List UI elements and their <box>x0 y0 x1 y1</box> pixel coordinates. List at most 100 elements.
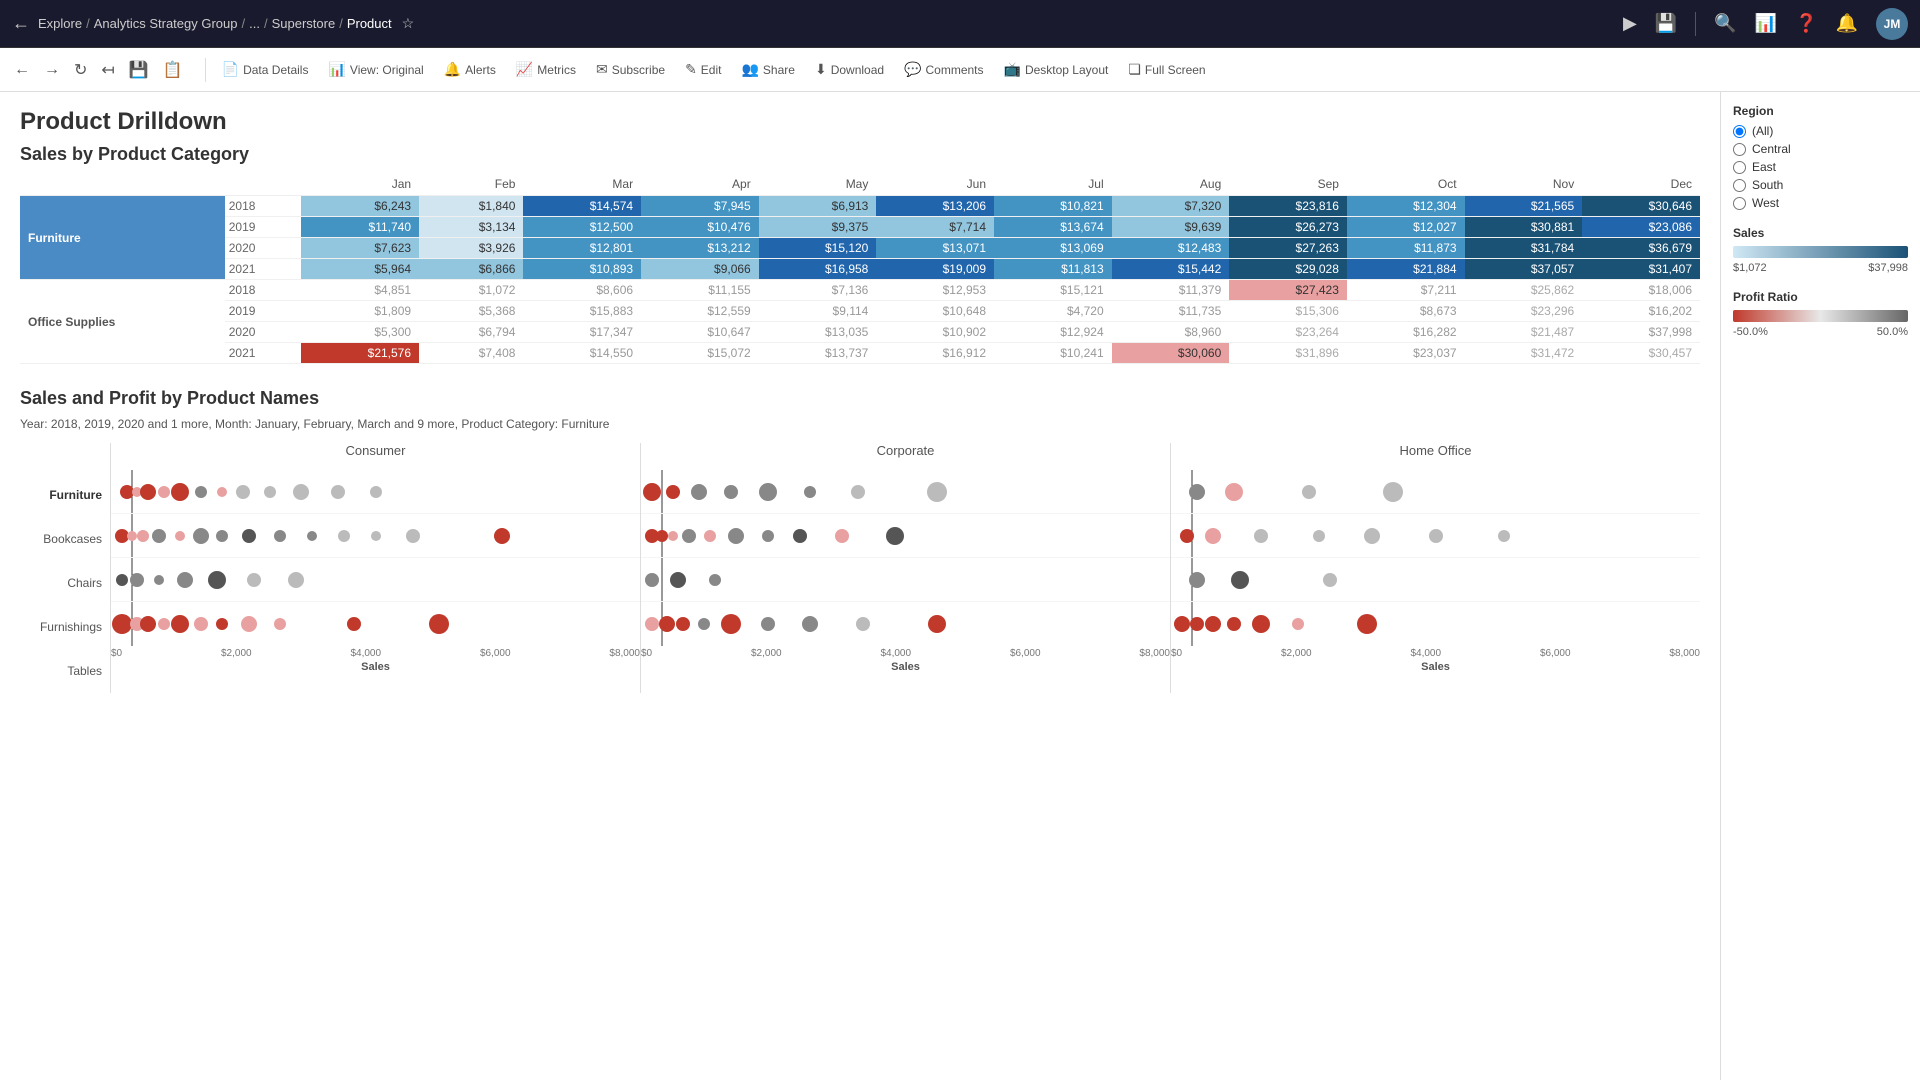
table-section-title: Sales by Product Category <box>20 144 1700 165</box>
desktop-icon: 📺 <box>1004 61 1021 78</box>
scatter-row-tables-consumer <box>111 602 640 646</box>
sidebar-panel: Region (All) Central East South West Sal… <box>1720 92 1920 1080</box>
scatter-section-title: Sales and Profit by Product Names <box>20 388 1700 409</box>
alerts-btn[interactable]: 🔔 Alerts <box>436 57 504 82</box>
breadcrumb-explore[interactable]: Explore <box>38 16 82 31</box>
table-header-cat <box>20 173 301 196</box>
furniture-row-label: Furniture <box>20 473 110 517</box>
notification-icon[interactable]: 🔔 <box>1836 13 1858 34</box>
scatter-y-labels: Furniture Bookcases Chairs Furnishings T… <box>20 443 110 693</box>
scatter-row-furnishings-corporate <box>641 558 1170 602</box>
sales-gradient <box>1733 246 1908 258</box>
toolbar-back-btn[interactable]: ← <box>8 57 36 83</box>
sales-legend-labels: $1,072 $37,998 <box>1733 262 1908 274</box>
nav-icons: ▶ 💾 🔍 📊 ❓ 🔔 JM <box>1623 8 1908 40</box>
col-jul: Jul <box>994 173 1112 196</box>
col-nov: Nov <box>1465 173 1583 196</box>
profit-max: 50.0% <box>1877 326 1908 338</box>
help-icon[interactable]: ❓ <box>1795 13 1817 34</box>
year-2021-off: 2021 <box>225 343 302 364</box>
download-btn[interactable]: ⬇ Download <box>807 57 892 82</box>
desktop-layout-btn[interactable]: 📺 Desktop Layout <box>996 57 1117 82</box>
scatter-row-bookcases-homeoffice <box>1171 470 1700 514</box>
sales-max: $37,998 <box>1868 262 1908 274</box>
toolbar-save-view-btn[interactable]: 💾 <box>123 56 155 84</box>
furniture-label: Furniture <box>20 196 225 280</box>
chart-icon[interactable]: 📊 <box>1755 13 1777 34</box>
save-icon[interactable]: 💾 <box>1655 13 1677 34</box>
full-screen-btn[interactable]: ❏ Full Screen <box>1120 57 1213 82</box>
consumer-panel: Consumer <box>110 443 641 693</box>
col-jan: Jan <box>301 173 419 196</box>
share-btn[interactable]: 👥 Share <box>733 57 802 82</box>
tables-label: Tables <box>20 649 110 693</box>
region-all[interactable]: (All) <box>1733 124 1908 138</box>
profit-legend-label: Profit Ratio <box>1733 290 1908 304</box>
scatter-container: Furniture Bookcases Chairs Furnishings T… <box>20 443 1700 693</box>
comments-icon: 💬 <box>904 61 921 78</box>
share-icon: 👥 <box>741 61 758 78</box>
table-row: Furniture 2018 $6,243 $1,840 $14,574 $7,… <box>20 196 1700 217</box>
col-aug: Aug <box>1112 173 1230 196</box>
data-details-btn[interactable]: 📄 Data Details <box>214 57 317 82</box>
profit-legend-labels: -50.0% 50.0% <box>1733 326 1908 338</box>
sales-min: $1,072 <box>1733 262 1767 274</box>
home-office-header: Home Office <box>1171 443 1700 462</box>
table-row: 2021 $5,964 $6,866 $10,893 $9,066 $16,95… <box>20 259 1700 280</box>
alerts-icon: 🔔 <box>444 61 461 78</box>
full-screen-icon: ❏ <box>1128 61 1141 78</box>
metrics-btn[interactable]: 📈 Metrics <box>508 57 584 82</box>
consumer-x-axis: $0$2,000$4,000$6,000$8,000 <box>111 646 640 659</box>
profit-gradient <box>1733 310 1908 322</box>
subscribe-icon: ✉ <box>596 61 608 78</box>
region-east[interactable]: East <box>1733 160 1908 174</box>
office-label: Office Supplies <box>20 280 225 364</box>
toolbar-fwd-btn[interactable]: → <box>38 57 66 83</box>
metrics-icon: 📈 <box>516 61 533 78</box>
consumer-x-label: Sales <box>111 661 640 673</box>
top-nav-bar: ← Explore / Analytics Strategy Group / .… <box>0 0 1920 48</box>
breadcrumb: Explore / Analytics Strategy Group / ...… <box>38 15 1623 32</box>
sales-legend-label: Sales <box>1733 226 1908 240</box>
corporate-x-axis: $0$2,000$4,000$6,000$8,000 <box>641 646 1170 659</box>
col-apr: Apr <box>641 173 759 196</box>
favorite-icon[interactable]: ☆ <box>402 15 415 32</box>
user-avatar[interactable]: JM <box>1876 8 1908 40</box>
page-title: Product Drilldown <box>20 108 1700 136</box>
chairs-label: Chairs <box>20 561 110 605</box>
table-row: 2020 $5,300 $6,794 $17,347 $10,647 $13,0… <box>20 322 1700 343</box>
comments-btn[interactable]: 💬 Comments <box>896 57 991 82</box>
region-west[interactable]: West <box>1733 196 1908 210</box>
breadcrumb-analytics[interactable]: Analytics Strategy Group <box>94 16 238 31</box>
home-office-panel: Home Office <box>1171 443 1700 693</box>
toolbar-share-view-btn[interactable]: 📋 <box>157 56 189 84</box>
subscribe-btn[interactable]: ✉ Subscribe <box>588 57 673 82</box>
consumer-header: Consumer <box>111 443 640 462</box>
scatter-row-furnishings-homeoffice <box>1171 558 1700 602</box>
view-icon: 📊 <box>328 61 345 78</box>
region-central[interactable]: Central <box>1733 142 1908 156</box>
table-row: 2020 $7,623 $3,926 $12,801 $13,212 $15,1… <box>20 238 1700 259</box>
region-south[interactable]: South <box>1733 178 1908 192</box>
year-2020: 2020 <box>225 238 302 259</box>
edit-icon: ✎ <box>685 61 697 78</box>
nav-divider <box>1695 12 1696 36</box>
edit-btn[interactable]: ✎ Edit <box>677 57 729 82</box>
sales-legend: Sales $1,072 $37,998 <box>1733 226 1908 274</box>
furnishings-label: Furnishings <box>20 605 110 649</box>
tablet-icon[interactable]: ▶ <box>1623 13 1637 34</box>
nav-back-icon[interactable]: ← <box>12 13 30 34</box>
search-icon[interactable]: 🔍 <box>1714 13 1736 34</box>
profit-legend: Profit Ratio -50.0% 50.0% <box>1733 290 1908 338</box>
region-filter-label: Region <box>1733 104 1908 118</box>
scatter-row-bookcases-corporate <box>641 470 1170 514</box>
breadcrumb-superstore[interactable]: Superstore <box>272 16 336 31</box>
corporate-header: Corporate <box>641 443 1170 462</box>
breadcrumb-product: Product <box>347 16 392 31</box>
toolbar-home-btn[interactable]: ↤ <box>95 56 120 84</box>
toolbar-reload-btn[interactable]: ↻ <box>68 56 93 84</box>
scatter-row-chairs-homeoffice <box>1171 514 1700 558</box>
toolbar: ← → ↻ ↤ 💾 📋 📄 Data Details 📊 View: Origi… <box>0 48 1920 92</box>
bookcases-label: Bookcases <box>20 517 110 561</box>
view-original-btn[interactable]: 📊 View: Original <box>320 57 431 82</box>
